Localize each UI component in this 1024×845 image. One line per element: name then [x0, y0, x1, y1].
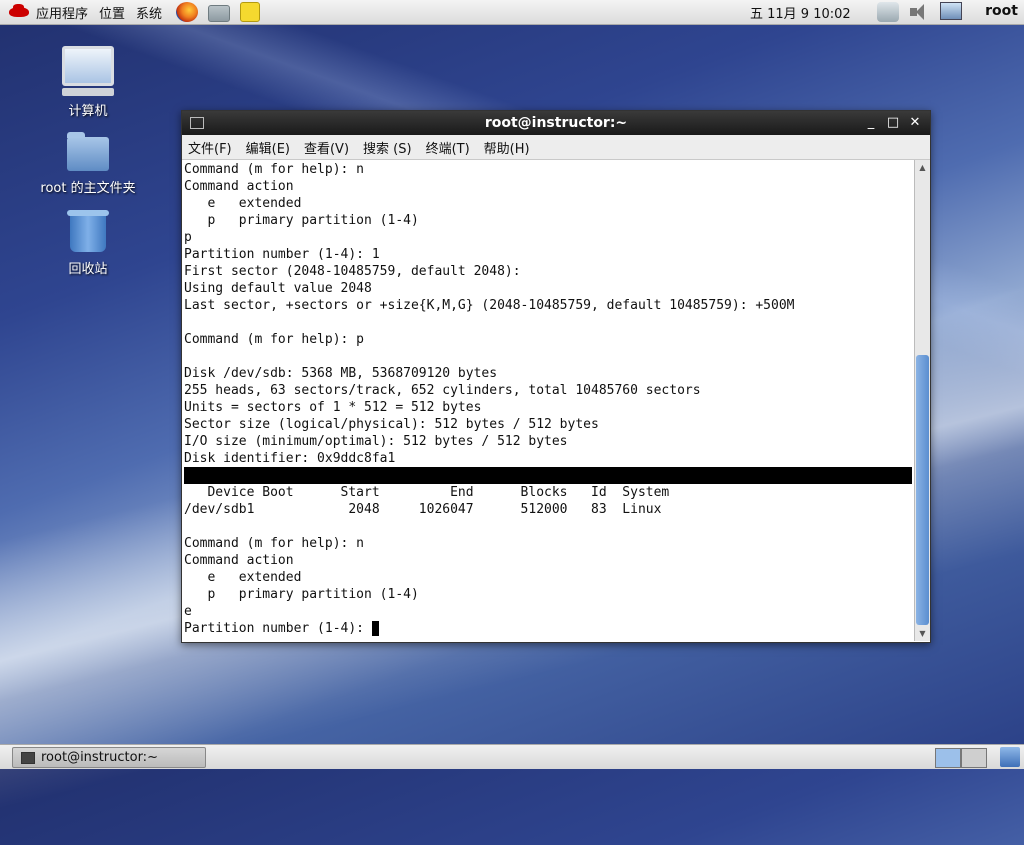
terminal-line: e	[184, 604, 192, 619]
terminal-line: e extended	[184, 570, 302, 585]
taskbar-label: root@instructor:~	[41, 750, 158, 765]
computer-icon	[62, 46, 114, 86]
terminal-prompt: Partition number (1-4):	[184, 621, 372, 636]
desktop-icon-label: 回收站	[68, 262, 108, 277]
workspace-1[interactable]	[935, 748, 961, 768]
terminal-line: Command (m for help): n	[184, 536, 365, 551]
top-panel: 应用程序 位置 系统 五 11月 9 10:02 root	[0, 0, 1024, 25]
text-cursor	[371, 621, 379, 636]
terminal-line: Sector size (logical/physical): 512 byte…	[184, 417, 599, 432]
terminal-line: Disk /dev/sdb: 5368 MB, 5368709120 bytes	[184, 366, 498, 381]
terminal-line: Device Boot Start End Blocks Id System	[184, 485, 670, 500]
desktop-icon-label: root 的主文件夹	[40, 181, 136, 196]
terminal-line: Command (m for help): n	[184, 162, 365, 177]
menu-edit[interactable]: 编辑(E)	[246, 138, 290, 157]
terminal-line: p primary partition (1-4)	[184, 213, 419, 228]
menu-applications[interactable]: 应用程序	[34, 3, 97, 22]
desktop-icon-label: 计算机	[68, 104, 108, 119]
menu-search[interactable]: 搜索 (S)	[363, 138, 412, 157]
terminal-output[interactable]: Command (m for help): n Command action e…	[182, 160, 914, 641]
note-editor-icon[interactable]	[240, 2, 261, 22]
terminal-line: I/O size (minimum/optimal): 512 bytes / …	[184, 434, 568, 449]
menu-view[interactable]: 查看(V)	[304, 138, 349, 157]
home-folder-icon	[67, 132, 109, 171]
user-name[interactable]: root	[985, 3, 1018, 19]
volume-icon[interactable]	[908, 2, 930, 22]
vertical-scrollbar[interactable]: ▲ ▼	[914, 160, 930, 641]
mail-icon[interactable]	[208, 4, 231, 22]
trash-icon	[67, 210, 109, 252]
redhat-logo-icon[interactable]	[8, 3, 30, 21]
terminal-line: Using default value 2048	[184, 281, 372, 296]
maximize-button[interactable]: □	[884, 114, 902, 132]
minimize-button[interactable]: _	[862, 114, 880, 132]
terminal-line: Disk identifier: 0x9ddc8fa1	[184, 451, 396, 466]
menu-system[interactable]: 系统	[134, 3, 171, 22]
close-button[interactable]: ✕	[906, 114, 924, 132]
computer-base	[62, 88, 114, 96]
terminal-line: Units = sectors of 1 * 512 = 512 bytes	[184, 400, 482, 415]
bottom-panel: root@instructor:~	[0, 744, 1024, 769]
window-titlebar[interactable]: root@instructor:~ _ □ ✕	[182, 111, 930, 135]
trash-applet-icon[interactable]	[1000, 747, 1020, 767]
desktop-icon-home[interactable]: root 的主文件夹	[33, 132, 143, 196]
terminal-selection-bar	[184, 467, 912, 484]
display-icon[interactable]	[940, 2, 962, 20]
scroll-down-arrow-icon[interactable]: ▼	[916, 627, 929, 640]
desktop-icon-trash[interactable]: 回收站	[33, 210, 143, 277]
terminal-line: Partition number (1-4): 1	[184, 247, 380, 262]
menu-terminal[interactable]: 终端(T)	[426, 138, 470, 157]
terminal-line: e extended	[184, 196, 302, 211]
terminal-line: Command action	[184, 179, 294, 194]
workspace-2[interactable]	[961, 748, 987, 768]
menu-file[interactable]: 文件(F)	[188, 138, 232, 157]
scrollbar-thumb[interactable]	[916, 355, 929, 625]
scroll-up-arrow-icon[interactable]: ▲	[916, 161, 929, 174]
terminal-line: Command (m for help): p	[184, 332, 365, 347]
terminal-window[interactable]: root@instructor:~ _ □ ✕ 文件(F) 编辑(E) 查看(V…	[181, 110, 931, 643]
terminal-line: p primary partition (1-4)	[184, 587, 419, 602]
terminal-line: p	[184, 230, 192, 245]
terminal-line: /dev/sdb1 2048 1026047 512000 83 Linux	[184, 502, 662, 517]
taskbar-terminal-button[interactable]: root@instructor:~	[12, 747, 206, 768]
window-menubar: 文件(F) 编辑(E) 查看(V) 搜索 (S) 终端(T) 帮助(H)	[182, 135, 930, 160]
terminal-icon	[21, 751, 35, 764]
terminal-line: Command action	[184, 553, 294, 568]
window-title: root@instructor:~	[484, 115, 628, 131]
clock[interactable]: 五 11月 9 10:02	[750, 3, 851, 22]
terminal-line: Last sector, +sectors or +size{K,M,G} (2…	[184, 298, 795, 313]
menu-places[interactable]: 位置	[97, 3, 134, 22]
terminal-prompt-line: Partition number (1-4):	[184, 620, 914, 637]
desktop-icon-computer[interactable]: 计算机	[33, 46, 143, 119]
firefox-icon[interactable]	[176, 2, 199, 22]
menu-help[interactable]: 帮助(H)	[484, 138, 530, 157]
network-icon[interactable]	[877, 2, 899, 22]
terminal-line: 255 heads, 63 sectors/track, 652 cylinde…	[184, 383, 701, 398]
terminal-line: First sector (2048-10485759, default 204…	[184, 264, 521, 279]
